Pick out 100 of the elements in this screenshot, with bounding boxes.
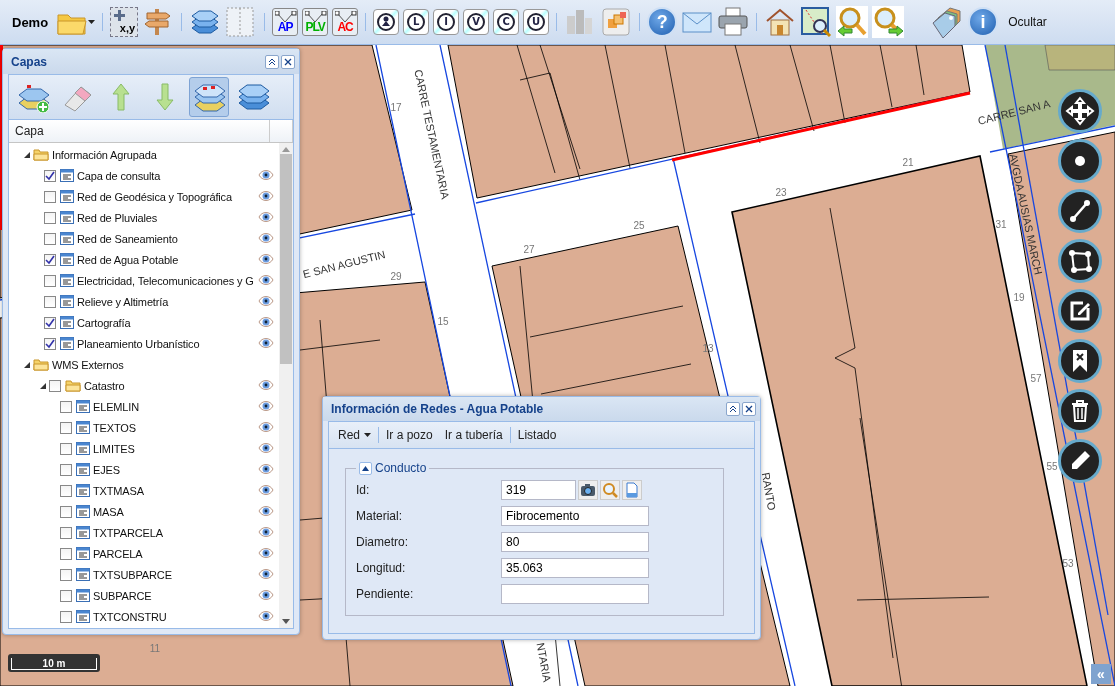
eye-icon[interactable] bbox=[258, 211, 274, 223]
checkbox[interactable] bbox=[60, 442, 72, 455]
toolbar-button[interactable]: Listado bbox=[512, 426, 562, 444]
eye-icon[interactable] bbox=[258, 484, 274, 496]
section-toggle[interactable] bbox=[359, 461, 372, 475]
field-label: Id: bbox=[356, 483, 371, 497]
layer-name[interactable]: Planeamiento Urbanístico bbox=[74, 337, 200, 350]
checkbox[interactable] bbox=[60, 505, 72, 518]
profile-button[interactable]: AP bbox=[272, 8, 299, 36]
layer-name[interactable]: Red de Pluviales bbox=[74, 211, 158, 224]
eye-icon[interactable] bbox=[258, 295, 274, 307]
eye-icon[interactable] bbox=[258, 253, 274, 265]
eye-icon[interactable] bbox=[258, 169, 274, 181]
toolbar-button[interactable]: Ir a tubería bbox=[439, 426, 508, 444]
input-field[interactable]: Fibrocemento bbox=[501, 506, 649, 526]
eye-icon[interactable] bbox=[258, 589, 274, 601]
eye-icon[interactable] bbox=[258, 274, 274, 286]
input-field[interactable]: 319 bbox=[501, 480, 576, 500]
layer-name[interactable]: Red de Agua Potable bbox=[74, 253, 179, 266]
print-icon[interactable] bbox=[717, 6, 750, 38]
checkbox[interactable] bbox=[60, 610, 72, 623]
layer-name[interactable]: TEXTOS bbox=[90, 421, 136, 434]
layer-name[interactable]: Capa de consulta bbox=[74, 169, 161, 182]
layer-name[interactable]: EJES bbox=[90, 463, 120, 476]
eye-icon[interactable] bbox=[258, 526, 274, 538]
eye-icon[interactable] bbox=[258, 568, 274, 580]
eye-icon[interactable] bbox=[258, 421, 274, 433]
checkbox[interactable] bbox=[60, 463, 72, 476]
layer-name[interactable]: WMS Externos bbox=[49, 358, 124, 371]
checkbox[interactable] bbox=[44, 337, 56, 350]
checkbox[interactable] bbox=[60, 526, 72, 539]
scrollbar[interactable] bbox=[279, 143, 293, 628]
scroll-down-icon[interactable] bbox=[282, 619, 290, 624]
layer-name[interactable]: TXTPARCELA bbox=[90, 526, 163, 539]
layer-name[interactable]: Información Agrupada bbox=[49, 148, 157, 161]
layer-name[interactable]: Relieve y Altimetría bbox=[74, 295, 169, 308]
checkbox[interactable] bbox=[49, 379, 61, 392]
marker-button[interactable]: I bbox=[433, 9, 460, 35]
expander-icon[interactable] bbox=[23, 360, 31, 369]
input-field[interactable] bbox=[501, 584, 649, 604]
checkbox[interactable] bbox=[60, 421, 72, 434]
collapse-button[interactable] bbox=[726, 402, 740, 416]
checkbox[interactable] bbox=[44, 295, 56, 308]
eye-icon[interactable] bbox=[258, 400, 274, 412]
input-field[interactable]: 35.063 bbox=[501, 558, 649, 578]
layer-name[interactable]: ELEMLIN bbox=[90, 400, 140, 413]
eye-icon[interactable] bbox=[258, 463, 274, 475]
eye-icon[interactable] bbox=[258, 316, 274, 328]
marker-button[interactable] bbox=[373, 9, 400, 35]
layer-name[interactable]: Red de Geodésica y Topográfica bbox=[74, 190, 232, 203]
layer-name[interactable]: Red de Saneamiento bbox=[74, 232, 178, 245]
layer-name[interactable]: SUBPARCE bbox=[90, 589, 152, 602]
checkbox[interactable] bbox=[60, 568, 72, 581]
expander-icon[interactable] bbox=[39, 381, 47, 390]
menu-button[interactable]: Red bbox=[333, 426, 376, 444]
collapse-button[interactable] bbox=[265, 54, 279, 69]
marker-button[interactable]: C bbox=[493, 9, 520, 35]
checkbox[interactable] bbox=[44, 253, 56, 266]
layer-name[interactable]: Catastro bbox=[81, 379, 125, 392]
close-button[interactable] bbox=[742, 402, 756, 416]
eye-icon[interactable] bbox=[258, 232, 274, 244]
camera-button[interactable] bbox=[578, 480, 598, 500]
document-button[interactable] bbox=[622, 480, 642, 500]
layer-name[interactable]: Electricidad, Telecomunicaciones y G bbox=[74, 274, 254, 287]
eye-icon[interactable] bbox=[258, 379, 274, 391]
coordinates-button[interactable]: x,y bbox=[110, 7, 139, 37]
layer-name[interactable]: TXTCONSTRU bbox=[90, 610, 167, 623]
eye-icon[interactable] bbox=[258, 190, 274, 202]
layer-name[interactable]: TXTSUBPARCE bbox=[90, 568, 172, 581]
checkbox[interactable] bbox=[60, 589, 72, 602]
expander-icon[interactable] bbox=[23, 150, 31, 159]
toolbar-button[interactable]: Ir a pozo bbox=[381, 426, 438, 444]
layer-name[interactable]: LIMITES bbox=[90, 442, 135, 455]
squares-icon[interactable] bbox=[600, 6, 633, 38]
layer-name[interactable]: PARCELA bbox=[90, 547, 143, 560]
marker-button[interactable]: U bbox=[523, 9, 550, 35]
layer-tool-button[interactable] bbox=[189, 77, 229, 117]
eye-icon[interactable] bbox=[258, 610, 274, 622]
checkbox[interactable] bbox=[60, 400, 72, 413]
map-magnifier-icon[interactable] bbox=[800, 6, 833, 38]
close-button[interactable] bbox=[281, 54, 295, 69]
eye-icon[interactable] bbox=[258, 442, 274, 454]
marker-button[interactable]: V bbox=[463, 9, 490, 35]
checkbox[interactable] bbox=[44, 232, 56, 245]
checkbox[interactable] bbox=[60, 547, 72, 560]
layer-name[interactable]: MASA bbox=[90, 505, 124, 518]
checkbox[interactable] bbox=[44, 211, 56, 224]
eye-icon[interactable] bbox=[258, 337, 274, 349]
checkbox[interactable] bbox=[60, 484, 72, 497]
marker-button[interactable]: L bbox=[403, 9, 430, 35]
checkbox[interactable] bbox=[44, 169, 56, 182]
checkbox[interactable] bbox=[44, 316, 56, 329]
hide-button[interactable]: Ocultar bbox=[1008, 15, 1047, 29]
checkbox[interactable] bbox=[44, 274, 56, 287]
layer-name[interactable]: Cartografía bbox=[74, 316, 131, 329]
input-field[interactable]: 80 bbox=[501, 532, 649, 552]
eye-icon[interactable] bbox=[258, 547, 274, 559]
eye-icon[interactable] bbox=[258, 505, 274, 517]
checkbox[interactable] bbox=[44, 190, 56, 203]
layer-name[interactable]: TXTMASA bbox=[90, 484, 144, 497]
